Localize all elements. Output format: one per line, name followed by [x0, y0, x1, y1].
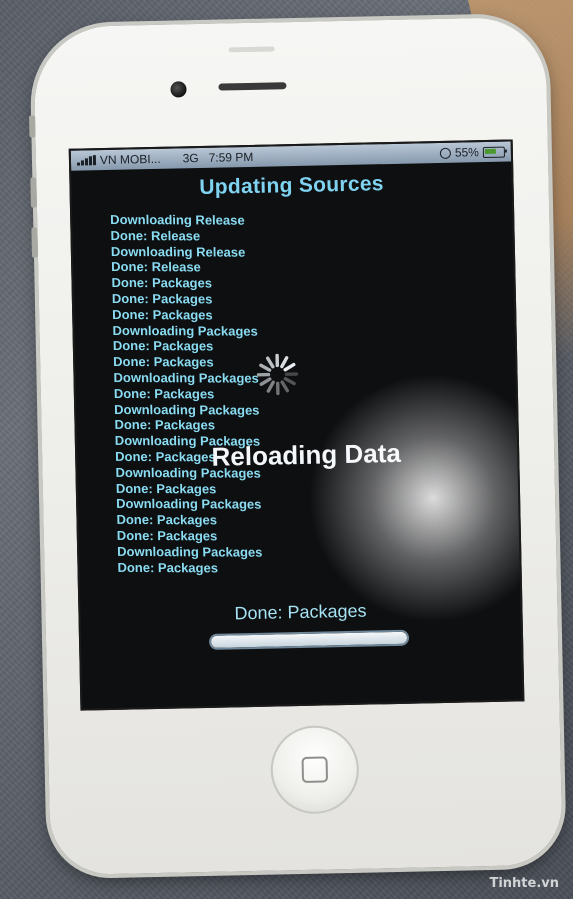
home-square-icon [301, 756, 329, 783]
log-line: Done: Packages [116, 512, 218, 528]
status-bar: VN MOBI... 3G 7:59 PM 55% [70, 141, 512, 171]
log-line: Done: Packages [116, 527, 218, 544]
battery-percent: 55% [454, 145, 480, 160]
rotation-lock-icon [439, 147, 451, 159]
log-line: Done: Release [110, 227, 201, 244]
front-camera [170, 81, 187, 98]
log-line: Downloading Packages [117, 543, 263, 560]
log-line: Downloading Release [110, 243, 246, 260]
progress-fill [210, 631, 408, 648]
volume-up-button[interactable] [30, 177, 37, 208]
signal-bars-icon [77, 155, 97, 166]
volume-down-button[interactable] [31, 227, 38, 258]
log-line: Downloading Packages [116, 496, 262, 513]
log-line: Done: Packages [111, 275, 213, 291]
status-time: 7:59 PM [208, 149, 254, 165]
progress-bar [208, 629, 410, 650]
watermark: Tinhte.vn [489, 876, 559, 891]
activity-spinner-icon [256, 353, 299, 396]
battery-icon [482, 146, 505, 158]
log-line: Downloading Release [110, 211, 245, 228]
iphone-device: VN MOBI... 3G 7:59 PM 55% Updating Sourc… [29, 16, 563, 876]
earpiece-speaker [218, 82, 287, 91]
device-screen: VN MOBI... 3G 7:59 PM 55% Updating Sourc… [68, 139, 525, 711]
top-notch [228, 46, 275, 53]
home-button[interactable] [269, 724, 360, 815]
loading-hud: Reloading Data [139, 338, 472, 495]
carrier-name: VN MOBI... [99, 151, 161, 168]
page-title: Updating Sources [199, 172, 385, 200]
log-line: Done: Packages [111, 290, 213, 307]
log-line: Done: Packages [112, 306, 213, 323]
network-type: 3G [182, 151, 199, 166]
hud-label: Reloading Data [211, 437, 402, 472]
log-line: Done: Release [111, 259, 201, 275]
log-line: Done: Packages [117, 559, 219, 575]
progress-status: Done: Packages [234, 600, 367, 624]
mute-switch[interactable] [29, 115, 36, 138]
log-line: Downloading Packages [112, 322, 258, 339]
